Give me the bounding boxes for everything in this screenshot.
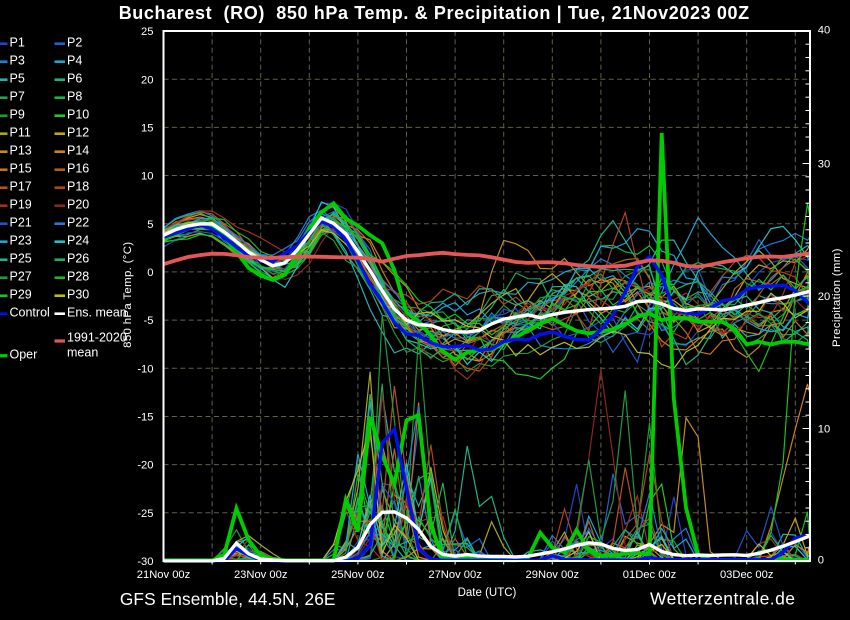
svg-text:P8: P8	[67, 90, 82, 104]
svg-text:5: 5	[147, 219, 153, 231]
svg-text:P16: P16	[67, 162, 89, 176]
svg-text:-20: -20	[137, 460, 153, 472]
svg-text:P6: P6	[67, 72, 82, 86]
svg-text:P7: P7	[10, 90, 25, 104]
svg-text:-5: -5	[144, 315, 154, 327]
svg-text:mean: mean	[67, 346, 98, 360]
svg-text:P24: P24	[67, 234, 89, 248]
svg-text:-10: -10	[137, 363, 153, 375]
svg-text:P12: P12	[67, 126, 89, 140]
svg-text:P27: P27	[10, 270, 32, 284]
svg-text:10: 10	[141, 171, 153, 183]
svg-text:P21: P21	[10, 216, 32, 230]
svg-text:P22: P22	[67, 216, 89, 230]
svg-text:15: 15	[141, 123, 153, 135]
svg-text:01Dec 00z: 01Dec 00z	[623, 569, 677, 581]
svg-text:P25: P25	[10, 252, 32, 266]
svg-text:Oper: Oper	[10, 348, 38, 362]
svg-text:P30: P30	[67, 288, 89, 302]
svg-text:GFS Ensemble, 44.5N, 26E: GFS Ensemble, 44.5N, 26E	[120, 589, 336, 609]
svg-text:0: 0	[818, 555, 824, 567]
svg-text:P20: P20	[67, 198, 89, 212]
svg-text:27Nov 00z: 27Nov 00z	[428, 569, 482, 581]
svg-text:P9: P9	[10, 108, 25, 122]
svg-text:P10: P10	[67, 108, 89, 122]
svg-text:-15: -15	[137, 412, 153, 424]
svg-text:P2: P2	[67, 36, 82, 50]
svg-text:P19: P19	[10, 198, 32, 212]
svg-text:P11: P11	[10, 126, 31, 140]
svg-text:03Dec 00z: 03Dec 00z	[720, 569, 774, 581]
svg-text:Ens. mean: Ens. mean	[67, 306, 127, 320]
svg-text:P18: P18	[67, 180, 89, 194]
svg-text:P1: P1	[10, 36, 25, 50]
svg-text:P17: P17	[10, 180, 32, 194]
svg-text:P3: P3	[10, 54, 25, 68]
svg-text:P15: P15	[10, 162, 32, 176]
svg-text:P29: P29	[10, 288, 32, 302]
svg-text:20: 20	[141, 74, 153, 86]
svg-text:10: 10	[818, 424, 830, 436]
svg-text:21Nov 00z: 21Nov 00z	[137, 569, 191, 581]
svg-text:40: 40	[818, 25, 830, 37]
svg-text:Control: Control	[10, 306, 50, 320]
svg-text:Precipitation (mm): Precipitation (mm)	[831, 248, 843, 347]
svg-text:P13: P13	[10, 144, 32, 158]
svg-text:23Nov 00z: 23Nov 00z	[234, 569, 288, 581]
svg-text:25: 25	[141, 26, 153, 38]
svg-text:P5: P5	[10, 72, 25, 86]
svg-text:P26: P26	[67, 252, 89, 266]
svg-text:Bucharest (RO) 850 hPa Temp.: Bucharest (RO) 850 hPa Temp. & Precipita…	[119, 3, 750, 23]
svg-text:P23: P23	[10, 234, 32, 248]
svg-text:P14: P14	[67, 144, 89, 158]
svg-text:0: 0	[147, 267, 153, 279]
svg-text:-30: -30	[137, 556, 153, 568]
svg-text:1991-2020: 1991-2020	[67, 331, 127, 345]
svg-text:-25: -25	[137, 508, 153, 520]
svg-text:P28: P28	[67, 270, 89, 284]
svg-text:29Nov 00z: 29Nov 00z	[526, 569, 580, 581]
svg-text:30: 30	[818, 159, 830, 171]
svg-text:25Nov 00z: 25Nov 00z	[331, 569, 385, 581]
svg-text:Wetterzentrale.de: Wetterzentrale.de	[650, 588, 795, 608]
svg-text:Date (UTC): Date (UTC)	[458, 587, 517, 599]
svg-text:20: 20	[818, 291, 830, 303]
svg-text:P4: P4	[67, 54, 82, 68]
